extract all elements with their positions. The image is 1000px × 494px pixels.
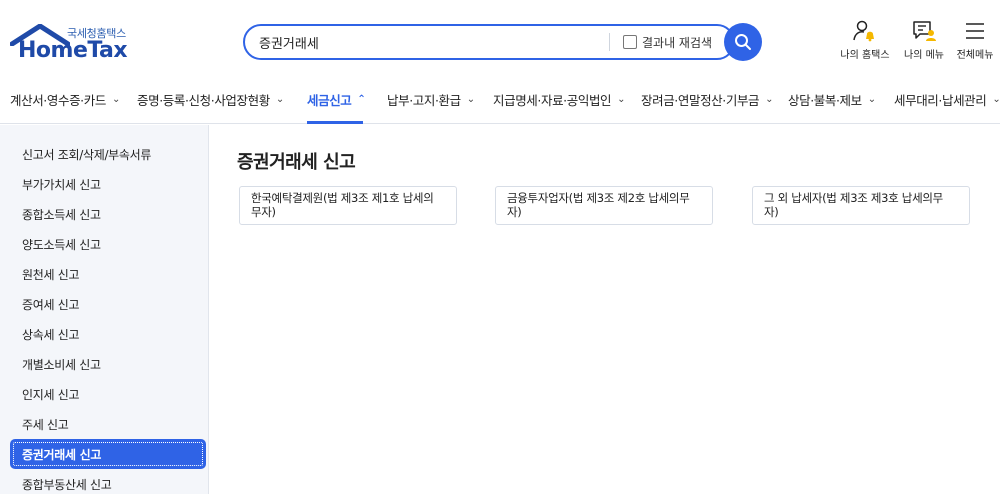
gnb-item-tax-filing[interactable]: 세금신고 ⌃ bbox=[307, 84, 366, 114]
gnb-item-incentives[interactable]: 장려금·연말정산·기부금 ⌄ bbox=[641, 84, 774, 114]
chevron-down-icon: ⌄ bbox=[466, 93, 475, 105]
search-input[interactable] bbox=[259, 32, 599, 52]
card-text-line1: 한국예탁결제원(법 제3조 제1호 납세의 bbox=[251, 191, 434, 205]
gnb-label: 세무대리·납세관리 bbox=[894, 92, 987, 108]
chevron-up-icon: ⌃ bbox=[357, 93, 366, 105]
sidebar-item-withholding[interactable]: 원천세 신고 bbox=[11, 260, 205, 288]
recheck-checkbox[interactable] bbox=[623, 35, 637, 49]
page-title: 증권거래세 신고 bbox=[237, 152, 356, 173]
my-menu-label: 나의 메뉴 bbox=[904, 50, 944, 61]
sidebar-item-stamp-tax[interactable]: 인지세 신고 bbox=[11, 380, 205, 408]
card-text-line1: 금융투자업자(법 제3조 제2호 납세의무 bbox=[507, 191, 690, 205]
sidebar-item-income-tax[interactable]: 종합소득세 신고 bbox=[11, 200, 205, 228]
person-bell-icon bbox=[853, 20, 874, 42]
recheck-option[interactable]: 결과내 재검색 bbox=[623, 33, 712, 51]
sidebar: 신고서 조회/삭제/부속서류 부가가치세 신고 종합소득세 신고 양도소득세 신… bbox=[0, 125, 209, 494]
all-menu-link[interactable]: 전체메뉴 bbox=[953, 20, 997, 64]
all-menu-label: 전체메뉴 bbox=[956, 50, 994, 61]
gnb-item-consulting[interactable]: 상담·불복·제보 ⌄ bbox=[788, 84, 876, 114]
recheck-label: 결과내 재검색 bbox=[642, 35, 713, 50]
sidebar-item-gift-tax[interactable]: 증여세 신고 bbox=[11, 290, 205, 318]
option-card-investment-firm[interactable]: 금융투자업자(법 제3조 제2호 납세의무 자) bbox=[495, 186, 713, 225]
gnb-item-certificates[interactable]: 증명·등록·신청·사업장현황 ⌄ bbox=[137, 84, 284, 114]
gnb-label: 납부·고지·환급 bbox=[387, 92, 461, 108]
sidebar-item-return-inquiry[interactable]: 신고서 조회/삭제/부속서류 bbox=[11, 140, 205, 168]
search-box: 결과내 재검색 bbox=[243, 24, 735, 60]
gnb-label: 지급명세·자료·공익법인 bbox=[493, 92, 612, 108]
gnb-active-underline bbox=[307, 121, 363, 124]
site-header: 국세청홈택스 HomeTax 결과내 재검색 나의 홈택스 bbox=[0, 0, 1000, 124]
search-icon bbox=[735, 34, 751, 50]
gnb-label: 계산서·영수증·카드 bbox=[10, 92, 106, 108]
card-text-line1: 그 외 납세자(법 제3조 제3호 납세의무 bbox=[764, 191, 943, 205]
card-text-line2: 무자) bbox=[251, 205, 276, 219]
card-text-line2: 자) bbox=[764, 205, 779, 219]
gnb-label: 장려금·연말정산·기부금 bbox=[641, 92, 760, 108]
my-hometax-label: 나의 홈택스 bbox=[840, 50, 890, 61]
my-menu-icon bbox=[913, 21, 936, 41]
hometax-logo[interactable]: 국세청홈택스 HomeTax bbox=[10, 22, 130, 64]
gnb-label: 증명·등록·신청·사업장현황 bbox=[137, 92, 270, 108]
chevron-down-icon: ⌄ bbox=[992, 93, 1000, 105]
chevron-down-icon: ⌄ bbox=[111, 93, 120, 105]
card-text-line2: 자) bbox=[507, 205, 522, 219]
gnb-item-statements[interactable]: 지급명세·자료·공익법인 ⌄ bbox=[493, 84, 626, 114]
search-divider bbox=[609, 33, 610, 51]
sidebar-item-liquor-tax[interactable]: 주세 신고 bbox=[11, 410, 205, 438]
gnb-item-tax-agent[interactable]: 세무대리·납세관리 ⌄ bbox=[894, 84, 1000, 114]
my-menu-link[interactable]: 나의 메뉴 bbox=[900, 20, 948, 64]
chevron-down-icon: ⌄ bbox=[765, 93, 774, 105]
option-card-other-taxpayer[interactable]: 그 외 납세자(법 제3조 제3호 납세의무 자) bbox=[752, 186, 970, 225]
chevron-down-icon: ⌄ bbox=[617, 93, 626, 105]
gnb-item-invoices[interactable]: 계산서·영수증·카드 ⌄ bbox=[10, 84, 120, 114]
gnb-label: 상담·불복·제보 bbox=[788, 92, 862, 108]
search-button[interactable] bbox=[724, 23, 762, 61]
global-nav: 계산서·영수증·카드 ⌄ 증명·등록·신청·사업장현황 ⌄ 세금신고 ⌃ 납부·고지·… bbox=[0, 78, 1000, 124]
sidebar-item-securities-tax[interactable]: 증권거래세 신고 bbox=[11, 440, 205, 468]
chevron-down-icon: ⌄ bbox=[275, 93, 284, 105]
my-hometax-link[interactable]: 나의 홈택스 bbox=[838, 20, 892, 64]
chevron-down-icon: ⌄ bbox=[867, 93, 876, 105]
sidebar-item-vat[interactable]: 부가가치세 신고 bbox=[11, 170, 205, 198]
option-card-ksd[interactable]: 한국예탁결제원(법 제3조 제1호 납세의 무자) bbox=[239, 186, 457, 225]
gnb-item-payment[interactable]: 납부·고지·환급 ⌄ bbox=[387, 84, 475, 114]
gnb-label: 세금신고 bbox=[307, 92, 352, 108]
hamburger-icon bbox=[966, 23, 984, 39]
sidebar-item-capital-gains[interactable]: 양도소득세 신고 bbox=[11, 230, 205, 258]
logo-english-text: HomeTax bbox=[18, 38, 128, 63]
sidebar-item-inheritance-tax[interactable]: 상속세 신고 bbox=[11, 320, 205, 348]
sidebar-item-excise-tax[interactable]: 개별소비세 신고 bbox=[11, 350, 205, 378]
sidebar-item-property-tax[interactable]: 종합부동산세 신고 bbox=[11, 470, 205, 494]
